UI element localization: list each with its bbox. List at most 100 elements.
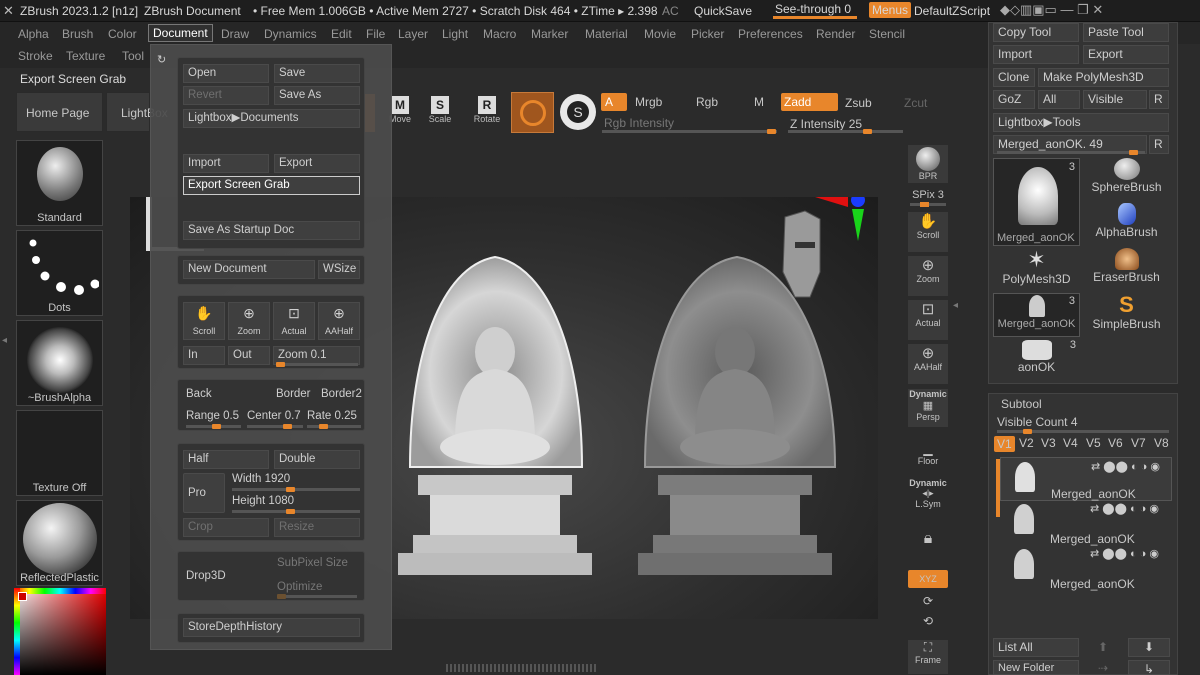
color-picker[interactable] bbox=[14, 588, 106, 675]
menu-render[interactable]: Render bbox=[816, 27, 855, 41]
width-handle[interactable] bbox=[286, 487, 295, 492]
zbrush-swirl-icon[interactable]: S bbox=[560, 94, 596, 130]
copy-tool-button[interactable]: Copy Tool bbox=[993, 23, 1079, 42]
default-zscript-button[interactable]: DefaultZScript bbox=[914, 4, 990, 18]
alpha-tile[interactable]: ~BrushAlpha bbox=[16, 320, 103, 406]
center-handle[interactable] bbox=[283, 424, 292, 429]
tool-thumb-merged-2[interactable]: 3 Merged_aonOK bbox=[993, 293, 1080, 337]
optimize-slider[interactable]: Optimize bbox=[277, 581, 322, 593]
rgb-toggle[interactable]: Rgb bbox=[696, 95, 718, 109]
menu-brush[interactable]: Brush bbox=[62, 27, 93, 41]
visible-count-slider[interactable]: Visible Count 4 bbox=[997, 415, 1078, 429]
version-v6[interactable]: V6 bbox=[1108, 436, 1123, 450]
frame-button[interactable]: ⛶ Frame bbox=[908, 640, 948, 674]
window-controls-icon[interactable]: ◆◇▥▣▭ — ❐ ✕ bbox=[1000, 2, 1103, 18]
save-button[interactable]: Save bbox=[274, 64, 360, 83]
menu-texture[interactable]: Texture bbox=[66, 49, 105, 63]
back-button[interactable]: Back bbox=[186, 388, 212, 400]
wsize-button[interactable]: WSize bbox=[318, 260, 360, 279]
lightbox-documents-button[interactable]: Lightbox▶Documents bbox=[183, 109, 360, 128]
scroll-button[interactable]: ✋ Scroll bbox=[183, 302, 225, 340]
subtool-item[interactable]: ⇄ ⬤⬤ ◐ ◑ ◉ Merged_aonOK bbox=[1000, 547, 1172, 591]
width-slider[interactable]: Width 1920 bbox=[232, 473, 290, 485]
version-v1[interactable]: V1 bbox=[994, 436, 1015, 452]
rotate-z-button[interactable]: ⟲ bbox=[908, 614, 948, 630]
paste-tool-button[interactable]: Paste Tool bbox=[1083, 23, 1169, 42]
m-toggle[interactable]: M bbox=[754, 95, 764, 109]
spix-handle[interactable] bbox=[920, 202, 929, 207]
menu-marker[interactable]: Marker bbox=[531, 27, 568, 41]
zoom-button[interactable]: ⊕ Zoom bbox=[228, 302, 270, 340]
bottom-tray-handle[interactable] bbox=[446, 664, 596, 672]
export-screen-grab-button[interactable]: Export Screen Grab bbox=[183, 176, 360, 195]
tool-thumb-spherebrush[interactable]: SphereBrush bbox=[1083, 158, 1170, 202]
tool-thumb-polymesh3d[interactable]: ✶ PolyMesh3D bbox=[993, 248, 1080, 292]
menu-light[interactable]: Light bbox=[442, 27, 468, 41]
right-tray-arrow-icon[interactable]: ◂ bbox=[953, 300, 961, 340]
stroke-tile[interactable]: Dots bbox=[16, 230, 103, 316]
menu-movie[interactable]: Movie bbox=[644, 27, 676, 41]
material-preview-button[interactable] bbox=[511, 92, 554, 133]
menu-macro[interactable]: Macro bbox=[483, 27, 516, 41]
lsym-button[interactable]: Dynamic ◂|▸ L.Sym bbox=[908, 478, 948, 516]
tool-thumb-merged[interactable]: 3 Merged_aonOK bbox=[993, 158, 1080, 246]
goz-all-button[interactable]: All bbox=[1038, 90, 1080, 109]
version-v7[interactable]: V7 bbox=[1131, 436, 1146, 450]
zadd-toggle[interactable]: Zadd bbox=[781, 93, 838, 111]
scale-button[interactable]: S Scale bbox=[420, 96, 460, 136]
tool-thumb-aonok[interactable]: 3 aonOK bbox=[993, 338, 1080, 382]
menu-draw[interactable]: Draw bbox=[221, 27, 249, 41]
z-intensity-handle[interactable] bbox=[863, 129, 872, 134]
tool-thumb-eraserbrush[interactable]: EraserBrush bbox=[1083, 248, 1170, 292]
border2-button[interactable]: Border2 bbox=[321, 388, 362, 400]
lightbox-tools-button[interactable]: Lightbox▶Tools bbox=[993, 113, 1169, 132]
hue-strip-vertical[interactable] bbox=[14, 588, 20, 675]
drop3d-button[interactable]: Drop3D bbox=[186, 570, 226, 582]
persp-button[interactable]: Dynamic ▦ Persp bbox=[908, 389, 948, 427]
half-button[interactable]: Half bbox=[183, 450, 269, 469]
new-folder-button[interactable]: New Folder bbox=[993, 660, 1079, 675]
center-track[interactable] bbox=[247, 424, 303, 429]
material-tile[interactable]: ReflectedPlastic bbox=[16, 500, 103, 586]
tool-r-button[interactable]: R bbox=[1149, 135, 1169, 154]
in-button[interactable]: In bbox=[183, 346, 225, 365]
border-button[interactable]: Border bbox=[276, 388, 311, 400]
hue-strip[interactable] bbox=[14, 588, 106, 594]
z-intensity-track[interactable] bbox=[788, 129, 903, 134]
rate-handle[interactable] bbox=[319, 424, 328, 429]
rate-slider[interactable]: Rate 0.25 bbox=[307, 410, 357, 422]
subtool-toggles-icon[interactable]: ⇄ ⬤⬤ ◐ ◑ ◉ bbox=[1090, 547, 1159, 560]
folder-arrow-icon[interactable]: ⇢ bbox=[1098, 661, 1108, 675]
clone-button[interactable]: Clone bbox=[993, 68, 1035, 87]
menu-edit[interactable]: Edit bbox=[331, 27, 352, 41]
zcut-toggle[interactable]: Zcut bbox=[904, 96, 927, 110]
visible-count-track[interactable] bbox=[997, 429, 1169, 434]
goz-r-button[interactable]: R bbox=[1149, 90, 1169, 109]
move-up-icon[interactable]: ⬆ bbox=[1098, 640, 1108, 654]
range-track[interactable] bbox=[186, 424, 241, 429]
zoom-track[interactable] bbox=[276, 362, 358, 367]
menu-file[interactable]: File bbox=[366, 27, 385, 41]
zsub-toggle[interactable]: Zsub bbox=[845, 96, 872, 110]
version-v3[interactable]: V3 bbox=[1041, 436, 1056, 450]
rotate-y-button[interactable]: ⟳ bbox=[908, 594, 948, 610]
xyz-toggle[interactable]: XYZ bbox=[908, 570, 948, 588]
pin-icon[interactable]: ↻ bbox=[157, 53, 166, 66]
export-button[interactable]: Export bbox=[274, 154, 360, 173]
goz-button[interactable]: GoZ bbox=[993, 90, 1035, 109]
out-button[interactable]: Out bbox=[228, 346, 270, 365]
subtool-item[interactable]: ⇄ ⬤⬤ ◐ ◑ ◉ Merged_aonOK bbox=[1000, 457, 1172, 501]
optimize-track[interactable] bbox=[277, 594, 357, 599]
version-v5[interactable]: V5 bbox=[1086, 436, 1101, 450]
right-zoom-button[interactable]: ⊕ Zoom bbox=[908, 256, 948, 296]
pro-toggle[interactable]: Pro bbox=[183, 473, 225, 513]
lightbox-button[interactable]: LightBox bbox=[106, 92, 168, 132]
menu-picker[interactable]: Picker bbox=[691, 27, 724, 41]
save-as-startup-doc-button[interactable]: Save As Startup Doc bbox=[183, 221, 360, 240]
right-scroll-button[interactable]: ✋ Scroll bbox=[908, 212, 948, 252]
subtool-item[interactable]: ⇄ ⬤⬤ ◐ ◑ ◉ Merged_aonOK bbox=[1000, 502, 1172, 546]
bpr-button[interactable]: BPR bbox=[908, 145, 948, 183]
z-intensity-slider[interactable]: Z Intensity 25 bbox=[790, 117, 862, 131]
aahalf-button[interactable]: ⊕ AAHalf bbox=[318, 302, 360, 340]
crop-button[interactable]: Crop bbox=[183, 518, 269, 537]
